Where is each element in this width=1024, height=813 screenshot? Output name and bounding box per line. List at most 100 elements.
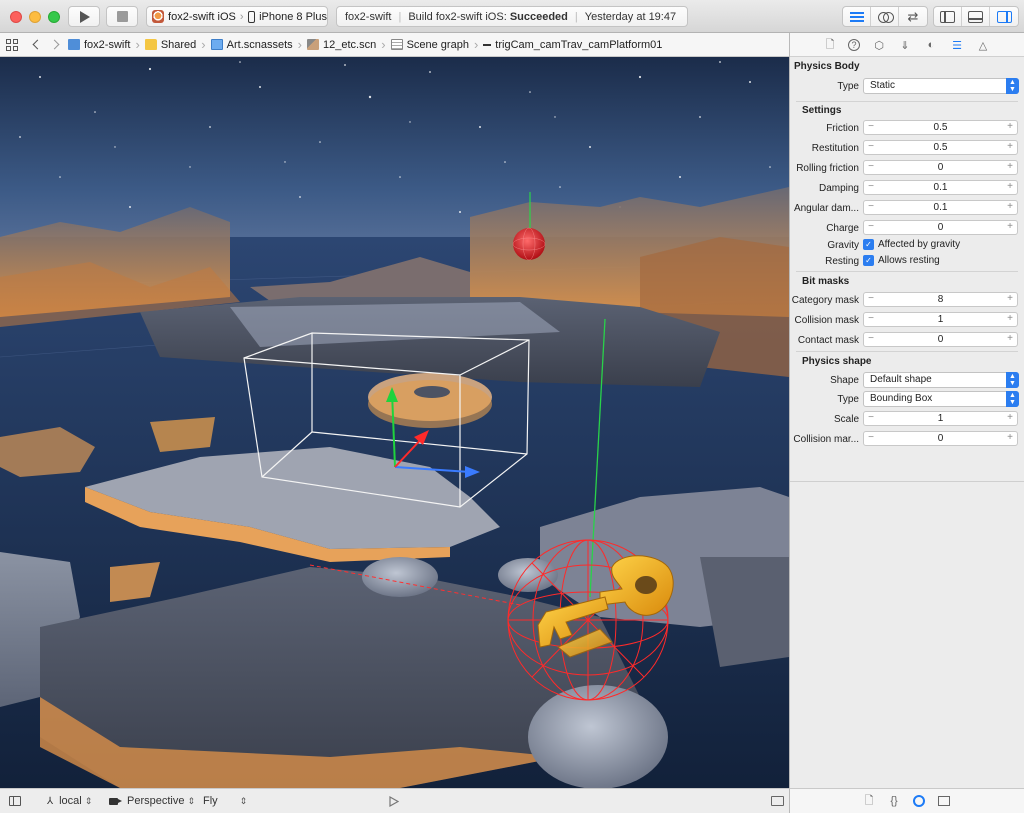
version-arrows-icon: ⇄ (907, 8, 919, 24)
stepper-value[interactable]: 0.5 (878, 121, 1003, 134)
stepper-value[interactable]: 1 (878, 313, 1003, 326)
back-arrow-icon[interactable] (32, 39, 43, 50)
increment-button[interactable]: + (1004, 181, 1016, 194)
crumb-scene-graph[interactable]: Scene graph (390, 39, 469, 51)
crumb-shared-folder[interactable]: Shared (144, 39, 196, 51)
decrement-button[interactable]: − (865, 141, 877, 154)
checkmark-icon[interactable]: ✓ (863, 255, 874, 266)
file-templates-tab[interactable]: 🗋 (862, 794, 876, 808)
increment-button[interactable]: + (1004, 161, 1016, 174)
standard-editor-button[interactable] (843, 7, 871, 26)
increment-button[interactable]: + (1004, 201, 1016, 214)
body-type-popup[interactable]: Static ▲ ▼ (863, 78, 1019, 94)
camera-popup[interactable]: Perspective ⇕ (109, 789, 195, 813)
attributes-inspector-tab[interactable]: ⇓ (898, 38, 912, 52)
collision-mask-stepper[interactable]: − 1 + (863, 312, 1018, 327)
forward-arrow-icon[interactable] (49, 39, 60, 50)
scale-stepper[interactable]: − 1 + (863, 411, 1018, 426)
increment-button[interactable]: + (1004, 333, 1016, 346)
stepper-value[interactable]: 0 (878, 221, 1003, 234)
scene-inspector-tab[interactable]: △ (976, 38, 990, 52)
axis-icon: ⅄ (47, 795, 54, 807)
decrement-button[interactable]: − (865, 181, 877, 194)
version-editor-button[interactable]: ⇄ (899, 7, 927, 26)
decrement-button[interactable]: − (865, 121, 877, 134)
increment-button[interactable]: + (1004, 221, 1016, 234)
decrement-button[interactable]: − (865, 293, 877, 306)
decrement-button[interactable]: − (865, 201, 877, 214)
stepper-value[interactable]: 0 (878, 161, 1003, 174)
checkmark-icon[interactable]: ✓ (863, 239, 874, 250)
code-snippets-tab[interactable]: {} (887, 794, 901, 808)
stepper-value[interactable]: 0 (878, 333, 1003, 346)
chevron-right-icon: › (381, 37, 386, 52)
stop-button[interactable] (106, 6, 138, 27)
stepper-value[interactable]: 1 (878, 412, 1003, 425)
decrement-button[interactable]: − (865, 333, 877, 346)
assistant-editor-button[interactable] (871, 7, 899, 26)
object-library-tab[interactable] (912, 794, 926, 808)
increment-button[interactable]: + (1004, 293, 1016, 306)
related-items-icon[interactable] (6, 38, 20, 51)
updown-chevron-icon: ⇕ (84, 795, 93, 806)
shape-type-popup[interactable]: Bounding Box ▲ ▼ (863, 391, 1019, 407)
utilities-toggle-button[interactable] (990, 7, 1018, 26)
stepper-value[interactable]: 0.1 (878, 181, 1003, 194)
increment-button[interactable]: + (1004, 412, 1016, 425)
crumb-node[interactable]: trigCam_camTrav_camPlatform01 (483, 39, 662, 51)
increment-button[interactable]: + (1004, 313, 1016, 326)
debug-area-toggle-button[interactable] (962, 7, 990, 26)
resting-checkbox[interactable]: ✓ Allows resting (863, 255, 940, 266)
play-scene-button[interactable] (389, 789, 399, 813)
media-library-tab[interactable] (937, 794, 951, 808)
navigator-toggle-button[interactable] (934, 7, 962, 26)
angular-damping-stepper[interactable]: − 0.1 + (863, 200, 1018, 215)
rolling-friction-stepper[interactable]: − 0 + (863, 160, 1018, 175)
zoom-window-button[interactable] (48, 11, 60, 23)
quick-help-tab[interactable]: ? (847, 38, 861, 52)
contact-mask-stepper[interactable]: − 0 + (863, 332, 1018, 347)
scene-editor-bottom-bar: ⅄ local ⇕ Perspective ⇕ Fly ⇕ (0, 788, 789, 813)
decrement-button[interactable]: − (865, 432, 877, 445)
breadcrumb: fox2-swift › Shared › Art.scnassets › 12… (68, 37, 662, 52)
scene-viewport[interactable] (0, 57, 789, 788)
increment-button[interactable]: + (1004, 141, 1016, 154)
increment-button[interactable]: + (1004, 432, 1016, 445)
increment-button[interactable]: + (1004, 121, 1016, 134)
restitution-stepper[interactable]: − 0.5 + (863, 140, 1018, 155)
stepper-value[interactable]: 8 (878, 293, 1003, 306)
orientation-popup[interactable]: ⅄ local ⇕ (47, 789, 92, 813)
present-button[interactable] (771, 789, 784, 813)
scheme-selector[interactable]: fox2-swift iOS › iPhone 8 Plus (146, 6, 328, 27)
crumb-scene-file[interactable]: 12_etc.scn (307, 39, 376, 51)
minimize-window-button[interactable] (29, 11, 41, 23)
stop-icon (116, 11, 128, 22)
stepper-value[interactable]: 0.1 (878, 201, 1003, 214)
stepper-value[interactable]: 0.5 (878, 141, 1003, 154)
scene-render[interactable] (0, 57, 789, 788)
damping-stepper[interactable]: − 0.1 + (863, 180, 1018, 195)
device-name[interactable]: iPhone 8 Plus (259, 11, 327, 23)
navigation-mode-popup[interactable]: Fly ⇕ (203, 789, 247, 813)
friction-stepper[interactable]: − 0.5 + (863, 120, 1018, 135)
material-inspector-tab[interactable]: ◐ (924, 38, 938, 52)
decrement-button[interactable]: − (865, 313, 877, 326)
decrement-button[interactable]: − (865, 161, 877, 174)
category-mask-stepper[interactable]: − 8 + (863, 292, 1018, 307)
close-window-button[interactable] (10, 11, 22, 23)
decrement-button[interactable]: − (865, 221, 877, 234)
gravity-checkbox[interactable]: ✓ Affected by gravity (863, 239, 960, 250)
run-button[interactable] (68, 6, 100, 27)
file-inspector-tab[interactable]: 🗋 (823, 38, 837, 52)
node-inspector-tab[interactable]: ⬡ (872, 38, 886, 52)
crumb-scnassets[interactable]: Art.scnassets (210, 39, 293, 51)
scheme-name[interactable]: fox2-swift iOS (168, 11, 236, 23)
physics-inspector-tab[interactable]: ☰ (950, 38, 964, 52)
collision-margin-stepper[interactable]: − 0 + (863, 431, 1018, 446)
decrement-button[interactable]: − (865, 412, 877, 425)
stepper-value[interactable]: 0 (878, 432, 1003, 445)
shape-popup[interactable]: Default shape ▲ ▼ (863, 372, 1019, 388)
scene-graph-toggle-icon[interactable] (9, 796, 21, 806)
crumb-project[interactable]: fox2-swift (68, 39, 130, 51)
charge-stepper[interactable]: − 0 + (863, 220, 1018, 235)
